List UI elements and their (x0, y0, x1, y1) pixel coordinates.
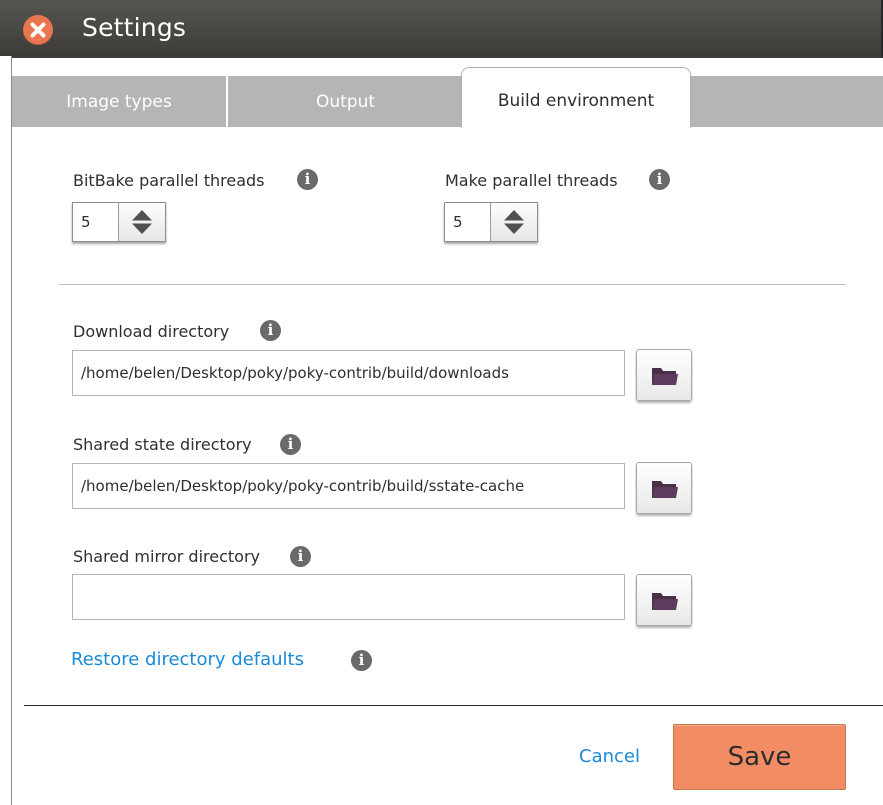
folder-icon (652, 593, 678, 610)
tab-strip: Image types Output Build environment (12, 67, 883, 128)
bitbake-threads-info-icon[interactable]: i (297, 169, 318, 190)
download-directory-info-icon[interactable]: i (260, 320, 281, 341)
download-directory-input[interactable] (72, 350, 625, 396)
tab-build-environment[interactable]: Build environment (461, 67, 691, 128)
make-threads-value[interactable]: 5 (445, 203, 491, 241)
shared-state-directory-input[interactable] (72, 463, 625, 509)
bitbake-threads-spinner[interactable]: 5 (72, 202, 166, 242)
shared-state-directory-info-icon[interactable]: i (280, 434, 301, 455)
folder-icon (652, 368, 678, 385)
shared-mirror-directory-info-icon[interactable]: i (290, 546, 311, 567)
cancel-button[interactable]: Cancel (579, 746, 640, 767)
bitbake-threads-arrows-icon[interactable] (119, 203, 165, 241)
bitbake-threads-value[interactable]: 5 (73, 203, 119, 241)
download-directory-browse-button[interactable] (636, 349, 692, 401)
restore-directory-defaults-link[interactable]: Restore directory defaults (71, 649, 304, 670)
tab-image-types[interactable]: Image types (12, 76, 228, 127)
make-threads-info-icon[interactable]: i (649, 169, 670, 190)
save-button[interactable]: Save (673, 724, 846, 790)
window-left-border (0, 56, 12, 805)
close-icon[interactable] (23, 15, 53, 45)
tab-output[interactable]: Output (230, 76, 461, 127)
folder-icon (652, 481, 678, 498)
shared-mirror-directory-input[interactable] (72, 574, 625, 620)
dialog-content: Image types Output Build environment Bit… (12, 58, 883, 805)
settings-dialog: Settings Image types Output Build enviro… (0, 0, 883, 805)
shared-state-directory-label: Shared state directory (73, 435, 252, 454)
footer-divider (24, 705, 883, 706)
shared-mirror-directory-browse-button[interactable] (636, 574, 692, 626)
bitbake-threads-label: BitBake parallel threads (73, 171, 265, 190)
shared-state-directory-browse-button[interactable] (636, 462, 692, 514)
make-threads-label: Make parallel threads (445, 171, 618, 190)
make-threads-arrows-icon[interactable] (491, 203, 537, 241)
section-divider (59, 284, 846, 285)
restore-defaults-info-icon[interactable]: i (351, 650, 372, 671)
window-title: Settings (82, 13, 187, 42)
make-threads-spinner[interactable]: 5 (444, 202, 538, 242)
download-directory-label: Download directory (73, 322, 230, 341)
shared-mirror-directory-label: Shared mirror directory (73, 547, 260, 566)
title-bar: Settings (0, 0, 883, 58)
